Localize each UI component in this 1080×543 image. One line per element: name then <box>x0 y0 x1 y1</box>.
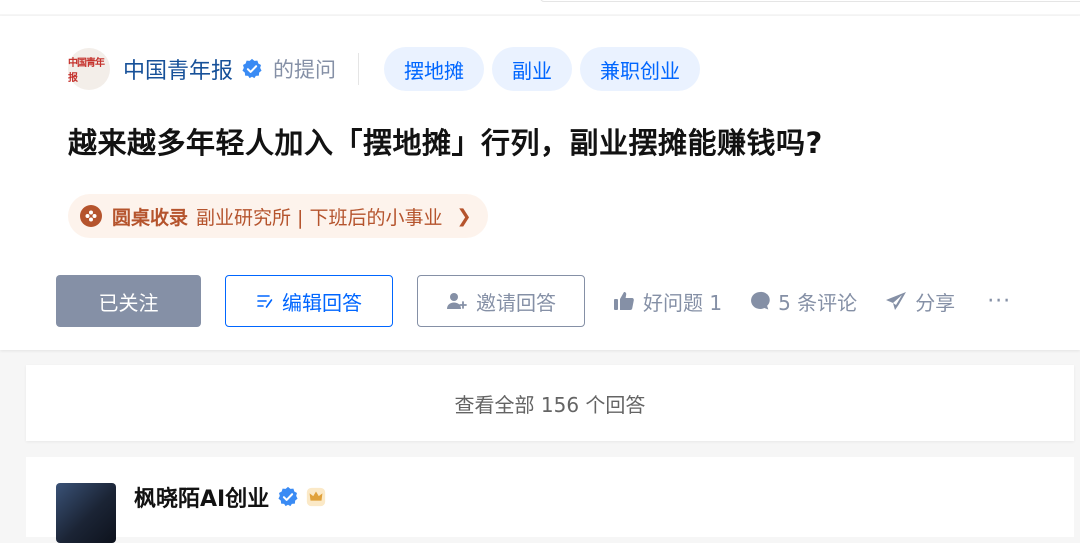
view-all-label: 查看全部 156 个回答 <box>454 392 646 417</box>
question-title[interactable]: 越来越多年轻人加入「摆地摊」行列，副业摆摊能赚钱吗? <box>68 120 823 162</box>
asker-suffix: 的提问 <box>273 58 337 82</box>
comments-label: 5 条评论 <box>778 290 858 315</box>
crown-badge-icon <box>307 487 326 507</box>
invite-user-icon <box>447 293 467 309</box>
edit-icon <box>257 295 273 308</box>
topic-tag[interactable]: 摆地摊 <box>384 47 485 91</box>
thumbs-up-icon <box>614 292 634 310</box>
good-question-label: 好问题 1 <box>643 290 723 315</box>
roundtable-label: 圆桌收录 <box>112 206 189 229</box>
question-header: 中国青年报 中国青年报 的提问 摆地摊 副业 兼职创业 越来越多年轻人加入「摆地… <box>0 16 1080 350</box>
edit-answer-label: 编辑回答 <box>282 290 362 315</box>
comment-icon <box>751 291 770 310</box>
good-question-button[interactable]: 好问题 1 <box>613 287 722 316</box>
topic-tag[interactable]: 副业 <box>492 47 573 91</box>
more-icon[interactable]: ··· <box>987 289 1011 314</box>
roundtable-chip[interactable]: 圆桌收录 副业研究所 | 下班后的小事业 ❯ <box>68 194 488 238</box>
follow-button[interactable]: 已关注 <box>56 275 201 327</box>
answer-item: 枫晓陌AI创业 <box>26 457 1074 543</box>
invite-answer-label: 邀请回答 <box>476 290 556 315</box>
verified-icon <box>242 58 262 79</box>
roundtable-description: 副业研究所 | 下班后的小事业 <box>196 206 443 229</box>
asker-name[interactable]: 中国青年报 <box>123 53 233 85</box>
verified-icon <box>278 486 298 507</box>
share-button[interactable]: 分享 <box>885 287 955 316</box>
topic-tag[interactable]: 兼职创业 <box>580 47 701 91</box>
question-actions: 已关注 编辑回答 邀请回答 好问题 1 5 条评论 分享 ··· <box>56 275 1011 327</box>
author-avatar[interactable] <box>56 483 116 543</box>
asker-row: 中国青年报 中国青年报 的提问 摆地摊 副业 兼职创业 <box>68 46 701 92</box>
edit-answer-button[interactable]: 编辑回答 <box>225 275 393 327</box>
avatar-logo-text: 中国青年报 <box>68 58 105 84</box>
view-all-answers-button[interactable]: 查看全部 156 个回答 <box>26 365 1074 441</box>
comments-button[interactable]: 5 条评论 <box>750 287 857 316</box>
chevron-right-icon: ❯ <box>456 205 472 227</box>
author-name[interactable]: 枫晓陌AI创业 <box>134 481 269 513</box>
search-box-edge[interactable] <box>540 0 1080 2</box>
answer-author: 枫晓陌AI创业 <box>134 481 327 513</box>
asker-avatar[interactable]: 中国青年报 <box>68 48 110 90</box>
top-nav-edge <box>0 0 1080 14</box>
divider <box>358 53 360 85</box>
invite-answer-button[interactable]: 邀请回答 <box>417 275 585 327</box>
roundtable-icon <box>80 205 102 227</box>
share-label: 分享 <box>915 290 956 315</box>
share-icon <box>886 292 907 310</box>
topic-tags: 摆地摊 副业 兼职创业 <box>384 47 701 91</box>
